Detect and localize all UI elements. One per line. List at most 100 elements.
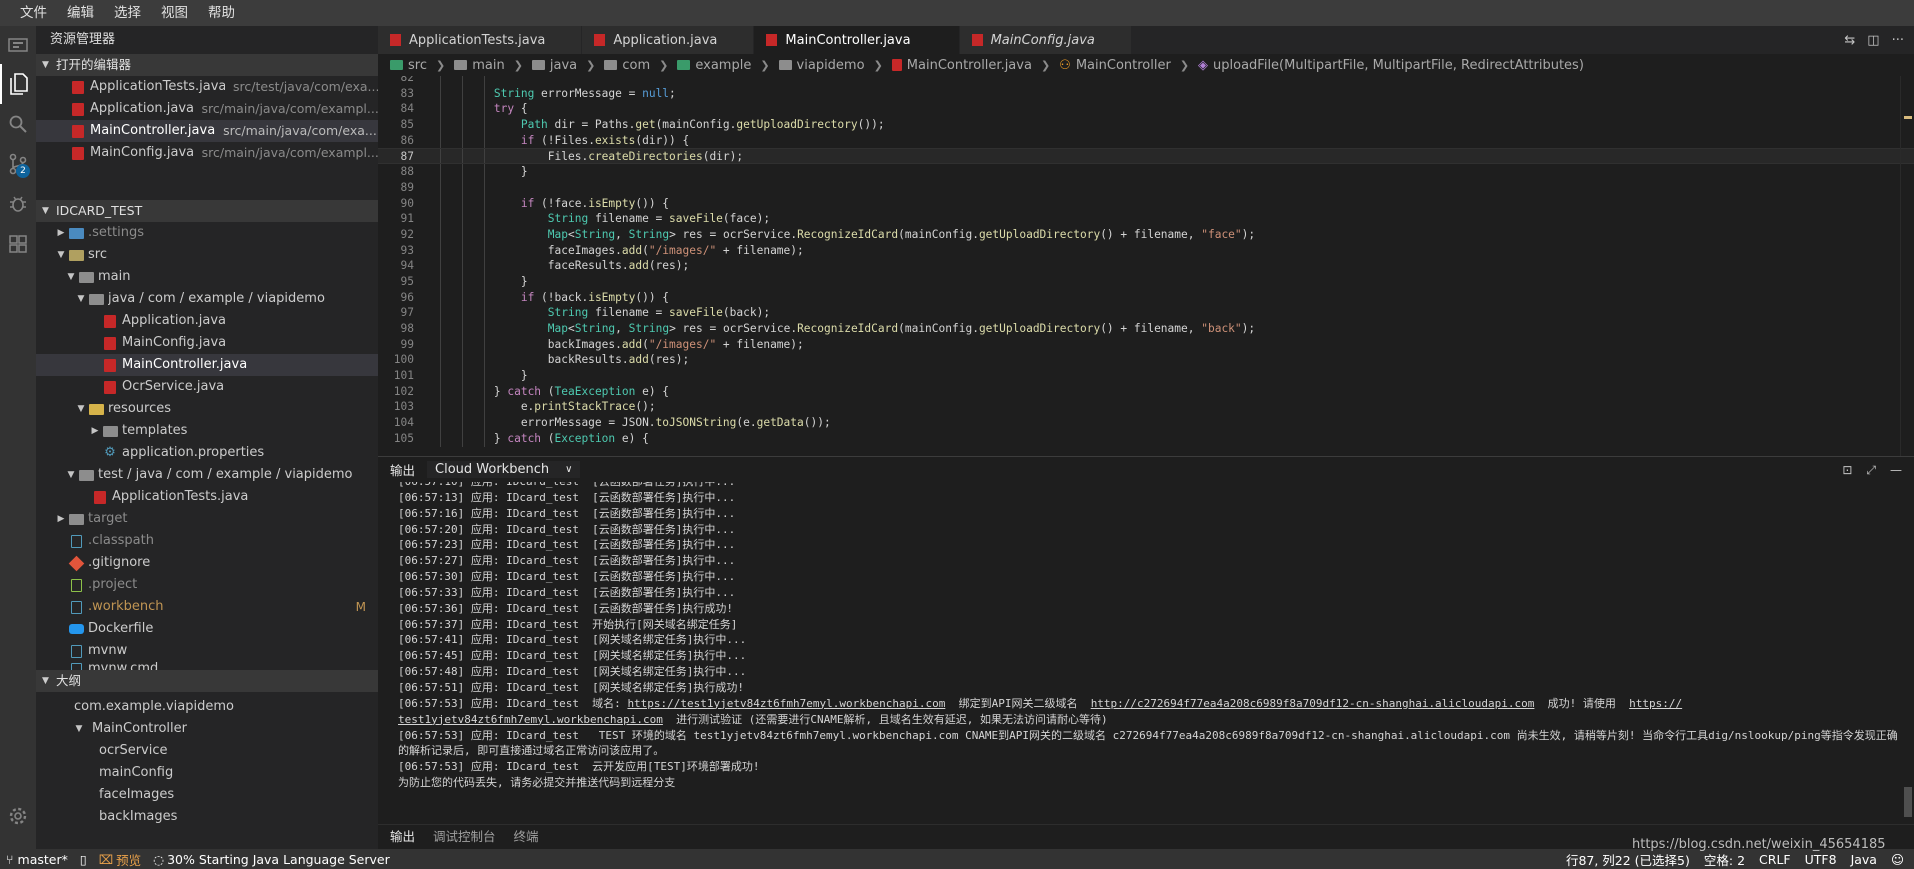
code-line[interactable]: 103 e.printStackTrace(); bbox=[378, 399, 1914, 416]
code-line[interactable]: 102 } catch (TeaException e) { bbox=[378, 383, 1914, 400]
tree-item-app-tests[interactable]: ApplicationTests.java bbox=[36, 486, 378, 508]
tree-item-main[interactable]: ▼ main bbox=[36, 266, 378, 288]
file-encoding[interactable]: UTF8 bbox=[1805, 852, 1837, 867]
code-line[interactable]: 92 Map<String, String> res = ocrService.… bbox=[378, 226, 1914, 243]
code-line[interactable]: 99 backImages.add("/images/" + filename)… bbox=[378, 336, 1914, 353]
tree-item-application[interactable]: Application.java bbox=[36, 310, 378, 332]
breadcrumb-item[interactable]: main bbox=[454, 58, 505, 73]
search-icon[interactable] bbox=[0, 104, 36, 144]
maximize-panel-icon[interactable]: ⤢ bbox=[1866, 463, 1876, 478]
code-line[interactable]: 86 if (!Files.exists(dir)) { bbox=[378, 132, 1914, 149]
tab-application-tests[interactable]: ApplicationTests.java bbox=[378, 26, 583, 54]
preview-status[interactable]: ⌧ 预览 bbox=[93, 850, 147, 869]
branch-status[interactable]: ⑂ master* bbox=[0, 852, 74, 867]
tree-item-src[interactable]: ▼ src bbox=[36, 244, 378, 266]
extensions-icon[interactable] bbox=[0, 224, 36, 264]
open-editor-item[interactable]: Application.java src/main/java/com/examp… bbox=[36, 98, 378, 120]
tab-application[interactable]: Application.java bbox=[582, 26, 755, 54]
open-editor-item-active[interactable]: MainController.java src/main/java/com/ex… bbox=[36, 120, 378, 142]
debug-icon[interactable] bbox=[0, 184, 36, 224]
tree-item-mvnw-cmd[interactable]: mvnw.cmd bbox=[36, 662, 378, 670]
tree-item-project[interactable]: .project bbox=[36, 574, 378, 596]
code-editor[interactable]: 82 83 String errorMessage = null; 84 try {… bbox=[378, 76, 1914, 456]
output-channel-select[interactable]: Cloud Workbench ∨ bbox=[427, 461, 581, 478]
settings-gear-icon[interactable] bbox=[0, 796, 36, 836]
code-line[interactable]: 101 } bbox=[378, 368, 1914, 384]
code-line[interactable]: 104 errorMessage = JSON.toJSONString(e.g… bbox=[378, 415, 1914, 431]
code-line[interactable]: 88 } bbox=[378, 164, 1914, 180]
menu-file[interactable]: 文件 bbox=[10, 0, 57, 26]
open-editor-item[interactable]: MainConfig.java src/main/java/com/exampl… bbox=[36, 142, 378, 164]
tree-item-workbench[interactable]: .workbench M bbox=[36, 596, 378, 618]
tree-item-dockerfile[interactable]: Dockerfile bbox=[36, 618, 378, 640]
tab-debug-console[interactable]: 调试控制台 bbox=[433, 825, 496, 850]
remote-explorer-icon[interactable] bbox=[0, 26, 36, 66]
code-line[interactable]: 89 bbox=[378, 179, 1914, 196]
output-scroll-thumb[interactable] bbox=[1904, 787, 1912, 817]
line-ending[interactable]: CRLF bbox=[1759, 852, 1791, 867]
feedback-icon[interactable]: ☺ bbox=[1891, 852, 1904, 867]
tree-item-settings[interactable]: ▶ .settings bbox=[36, 222, 378, 244]
open-editors-header[interactable]: ▼ 打开的编辑器 bbox=[36, 54, 378, 76]
compare-icon[interactable]: ⇆ bbox=[1844, 33, 1855, 48]
tree-item-test-package[interactable]: ▼ test / java / com / example / viapidem… bbox=[36, 464, 378, 486]
code-line[interactable]: 87 Files.createDirectories(dir); bbox=[378, 148, 1914, 165]
code-line[interactable]: 93 faceImages.add("/images/" + filename)… bbox=[378, 242, 1914, 259]
menu-help[interactable]: 帮助 bbox=[198, 0, 245, 26]
project-header[interactable]: ▼ IDCARD_TEST bbox=[36, 200, 378, 222]
tree-item-app-properties[interactable]: ⚙ application.properties bbox=[36, 442, 378, 464]
open-editor-item[interactable]: ApplicationTests.java src/test/java/com/… bbox=[36, 76, 378, 98]
breadcrumb-item[interactable]: example bbox=[677, 58, 751, 73]
lock-scroll-icon[interactable]: ⊡ bbox=[1842, 463, 1852, 477]
breadcrumb-item[interactable]: viapidemo bbox=[778, 58, 865, 73]
breadcrumb-item[interactable]: java bbox=[531, 58, 577, 73]
outline-package[interactable]: com.example.viapidemo bbox=[36, 696, 378, 718]
indent-spaces[interactable]: 空格: 2 bbox=[1704, 850, 1745, 869]
breadcrumb-item[interactable]: ⚇ MainController bbox=[1059, 58, 1171, 73]
tree-item-java-package[interactable]: ▼ java / com / example / viapidemo bbox=[36, 288, 378, 310]
tab-main-config[interactable]: MainConfig.java bbox=[959, 26, 1132, 54]
outline-member[interactable]: faceImages bbox=[36, 784, 378, 806]
code-line[interactable]: 97 String filename = saveFile(back); bbox=[378, 305, 1914, 321]
tree-item-gitignore[interactable]: .gitignore bbox=[36, 552, 378, 574]
tree-item-resources[interactable]: ▼ resources bbox=[36, 398, 378, 420]
code-line[interactable]: 83 String errorMessage = null; bbox=[378, 85, 1914, 102]
tree-item-mvnw[interactable]: mvnw bbox=[36, 640, 378, 662]
outline-member[interactable]: backImages bbox=[36, 806, 378, 828]
domain-link[interactable]: https://test1yjetv84zt6fmh7emyl.workbenc… bbox=[627, 697, 945, 710]
cursor-position[interactable]: 行87, 列22 (已选择5) bbox=[1566, 850, 1690, 869]
tree-item-ocrservice[interactable]: OcrService.java bbox=[36, 376, 378, 398]
outline-header[interactable]: ▼ 大纲 bbox=[36, 670, 378, 692]
breadcrumb-item[interactable]: src bbox=[390, 58, 427, 73]
code-line[interactable]: 94 faceResults.add(res); bbox=[378, 258, 1914, 274]
menu-selection[interactable]: 选择 bbox=[104, 0, 151, 26]
language-mode[interactable]: Java bbox=[1851, 852, 1877, 867]
tree-item-target[interactable]: ▶ target bbox=[36, 508, 378, 530]
breadcrumb-item[interactable]: ◈ uploadFile(MultipartFile, MultipartFile… bbox=[1198, 58, 1584, 73]
code-line[interactable]: 91 String filename = saveFile(face); bbox=[378, 211, 1914, 227]
code-line[interactable]: 84 try { bbox=[378, 101, 1914, 118]
code-line[interactable]: 96 if (!back.isEmpty()) { bbox=[378, 289, 1914, 306]
breadcrumb-item[interactable]: com bbox=[604, 58, 650, 73]
tab-main-controller[interactable]: MainController.java bbox=[754, 26, 960, 54]
code-line[interactable]: 98 Map<String, String> res = ocrService.… bbox=[378, 321, 1914, 337]
tree-item-mainconfig[interactable]: MainConfig.java bbox=[36, 332, 378, 354]
code-line[interactable]: 85 Path dir = Paths.get(mainConfig.getUp… bbox=[378, 117, 1914, 133]
editor-scrollbar[interactable] bbox=[1900, 76, 1914, 456]
explorer-icon[interactable] bbox=[0, 64, 36, 104]
sync-status[interactable]: ▯ bbox=[74, 852, 93, 867]
code-line[interactable]: 82 bbox=[378, 76, 1914, 86]
menu-edit[interactable]: 编辑 bbox=[57, 0, 104, 26]
outline-class[interactable]: ▼ MainController bbox=[36, 718, 378, 740]
outline-member[interactable]: ocrService bbox=[36, 740, 378, 762]
code-line[interactable]: 100 backResults.add(res); bbox=[378, 352, 1914, 369]
outline-member[interactable]: mainConfig bbox=[36, 762, 378, 784]
output-scrollbar[interactable] bbox=[1902, 482, 1914, 824]
tree-item-templates[interactable]: ▶ templates bbox=[36, 420, 378, 442]
tree-item-classpath[interactable]: .classpath bbox=[36, 530, 378, 552]
source-control-icon[interactable]: 2 bbox=[0, 144, 36, 184]
test-link[interactable]: https:// bbox=[1629, 697, 1682, 710]
split-editor-icon[interactable]: ◫ bbox=[1867, 33, 1879, 48]
test-link-cont[interactable]: test1yjetv84zt6fmh7emyl.workbenchapi.com bbox=[398, 713, 663, 726]
minimize-panel-icon[interactable]: — bbox=[1890, 463, 1902, 477]
